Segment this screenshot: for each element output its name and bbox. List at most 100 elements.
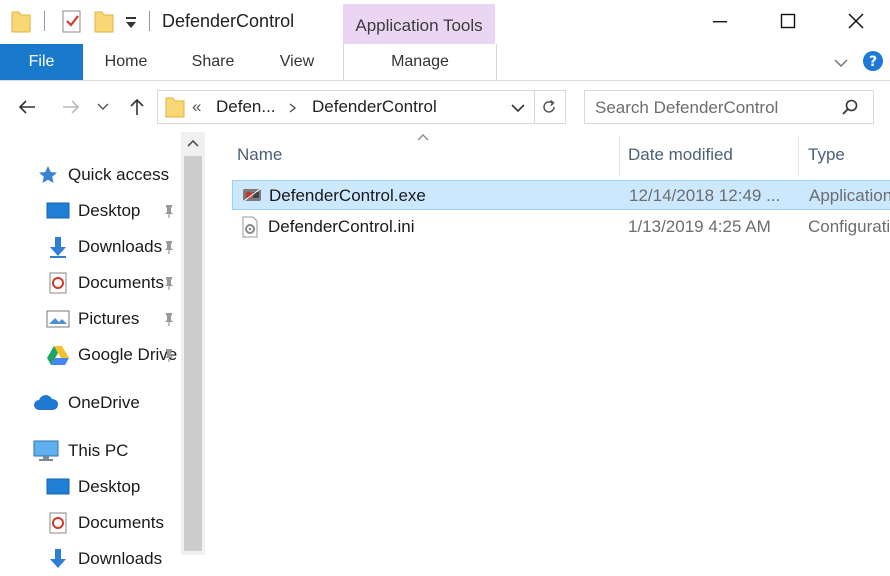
scroll-up-icon[interactable] [186,138,200,148]
desktop-icon [46,475,70,499]
nav-label: Desktop [78,477,141,496]
title-bar: DefenderControl Application Tools [0,0,890,44]
nav-scrollbar-thumb[interactable] [184,156,202,551]
table-row[interactable]: DefenderControl.ini 1/13/2019 4:25 AM Co… [232,212,890,242]
nav-item-google-drive[interactable]: Google Drive [0,338,181,372]
documents-icon [46,271,70,295]
file-date: 12/14/2018 12:49 ... [629,186,781,205]
address-divider [534,91,535,123]
nav-label: Documents [78,513,164,532]
address-bar[interactable]: « Defen... DefenderControl [157,90,566,124]
help-button[interactable]: ? [862,50,884,72]
window-title: DefenderControl [162,11,295,31]
help-icon: ? [863,51,883,71]
table-row[interactable]: DefenderControl.exe 12/14/2018 12:49 ...… [232,180,890,210]
desktop-icon [46,199,70,223]
nav-label: This PC [68,441,129,460]
maximize-button[interactable] [754,0,822,42]
svg-text:?: ? [869,54,877,70]
maximize-icon [780,13,796,29]
navigation-pane: Quick access Desktop Downloads Documents… [0,132,205,568]
chevron-down-icon [97,103,109,110]
nav-item-pc-downloads[interactable]: Downloads [0,542,181,576]
folder-icon[interactable] [10,8,34,34]
cloud-icon [32,391,60,415]
file-type: Configuration settings [808,217,890,236]
up-arrow-icon [130,98,144,115]
tab-share[interactable]: Share [180,44,246,80]
search-box[interactable] [584,90,874,124]
chevron-down-icon[interactable] [510,101,526,115]
refresh-icon[interactable] [540,98,558,116]
context-tab-application-tools: Application Tools [343,4,495,44]
file-list: Name Date modified Type DefenderControl.… [205,132,890,555]
minimize-icon [713,21,727,23]
context-tab-label: Application Tools [355,16,483,35]
nav-item-pc-documents[interactable]: Documents [0,506,181,540]
file-type: Application [809,186,890,205]
pin-icon[interactable] [161,239,177,255]
nav-item-downloads[interactable]: Downloads [0,230,181,264]
close-button[interactable] [822,0,890,42]
documents-icon [46,511,70,535]
file-date: 1/13/2019 4:25 AM [628,217,771,236]
star-icon [36,163,60,187]
nav-label: OneDrive [68,393,140,412]
application-icon [243,188,261,202]
nav-item-pictures[interactable]: Pictures [0,302,181,336]
pin-icon[interactable] [161,311,177,327]
tab-home[interactable]: Home [90,44,162,80]
column-divider [619,136,620,176]
nav-item-desktop[interactable]: Desktop [0,194,181,228]
breadcrumb-current[interactable]: DefenderControl [312,97,437,117]
file-name: DefenderControl.exe [269,186,426,205]
back-button[interactable] [14,94,40,120]
google-drive-icon [46,343,70,367]
breadcrumb-item[interactable]: Defen... [216,97,276,117]
forward-arrow-icon [63,100,80,114]
dropdown-arrow-icon[interactable] [122,8,140,34]
nav-item-pc-desktop[interactable]: Desktop [0,470,181,504]
column-header-type[interactable]: Type [808,136,890,174]
tab-view[interactable]: View [266,44,328,80]
download-icon [46,547,70,571]
expand-ribbon-button[interactable] [832,54,850,72]
file-name: DefenderControl.ini [268,217,415,236]
close-icon [848,13,864,29]
pin-icon[interactable] [161,203,177,219]
forward-button[interactable] [58,94,84,120]
recent-locations-button[interactable] [94,94,112,120]
nav-label: Downloads [78,549,163,568]
nav-this-pc[interactable]: This PC [0,434,181,468]
tab-file[interactable]: File [0,44,83,80]
nav-onedrive[interactable]: OneDrive [0,386,181,420]
tab-manage[interactable]: Manage [343,44,497,80]
up-button[interactable] [124,94,150,120]
search-input[interactable] [593,96,837,120]
breadcrumb-overflow[interactable]: « [192,97,201,117]
column-header-name[interactable]: Name [237,136,617,174]
chevron-right-icon[interactable] [288,102,298,114]
back-arrow-icon [18,100,35,114]
new-folder-icon[interactable] [93,8,117,34]
nav-quick-access[interactable]: Quick access [0,158,181,192]
search-icon[interactable] [841,98,859,116]
pictures-icon [46,307,70,331]
toolbar-separator [44,11,45,31]
download-icon [46,235,70,259]
chevron-down-icon [834,59,848,68]
address-row: « Defen... DefenderControl [0,80,890,132]
folder-icon [165,97,185,118]
column-divider [798,136,799,176]
pin-icon[interactable] [161,275,177,291]
toolbar-separator [149,11,150,31]
column-header-date[interactable]: Date modified [628,136,798,174]
config-file-icon [242,216,258,238]
nav-label: Quick access [68,165,170,184]
pin-icon[interactable] [161,347,177,363]
minimize-button[interactable] [686,0,754,42]
properties-icon[interactable] [60,8,84,34]
nav-item-documents[interactable]: Documents [0,266,181,300]
ribbon-tabs: File Home Share View Manage ? [0,44,890,81]
computer-icon [32,439,60,463]
